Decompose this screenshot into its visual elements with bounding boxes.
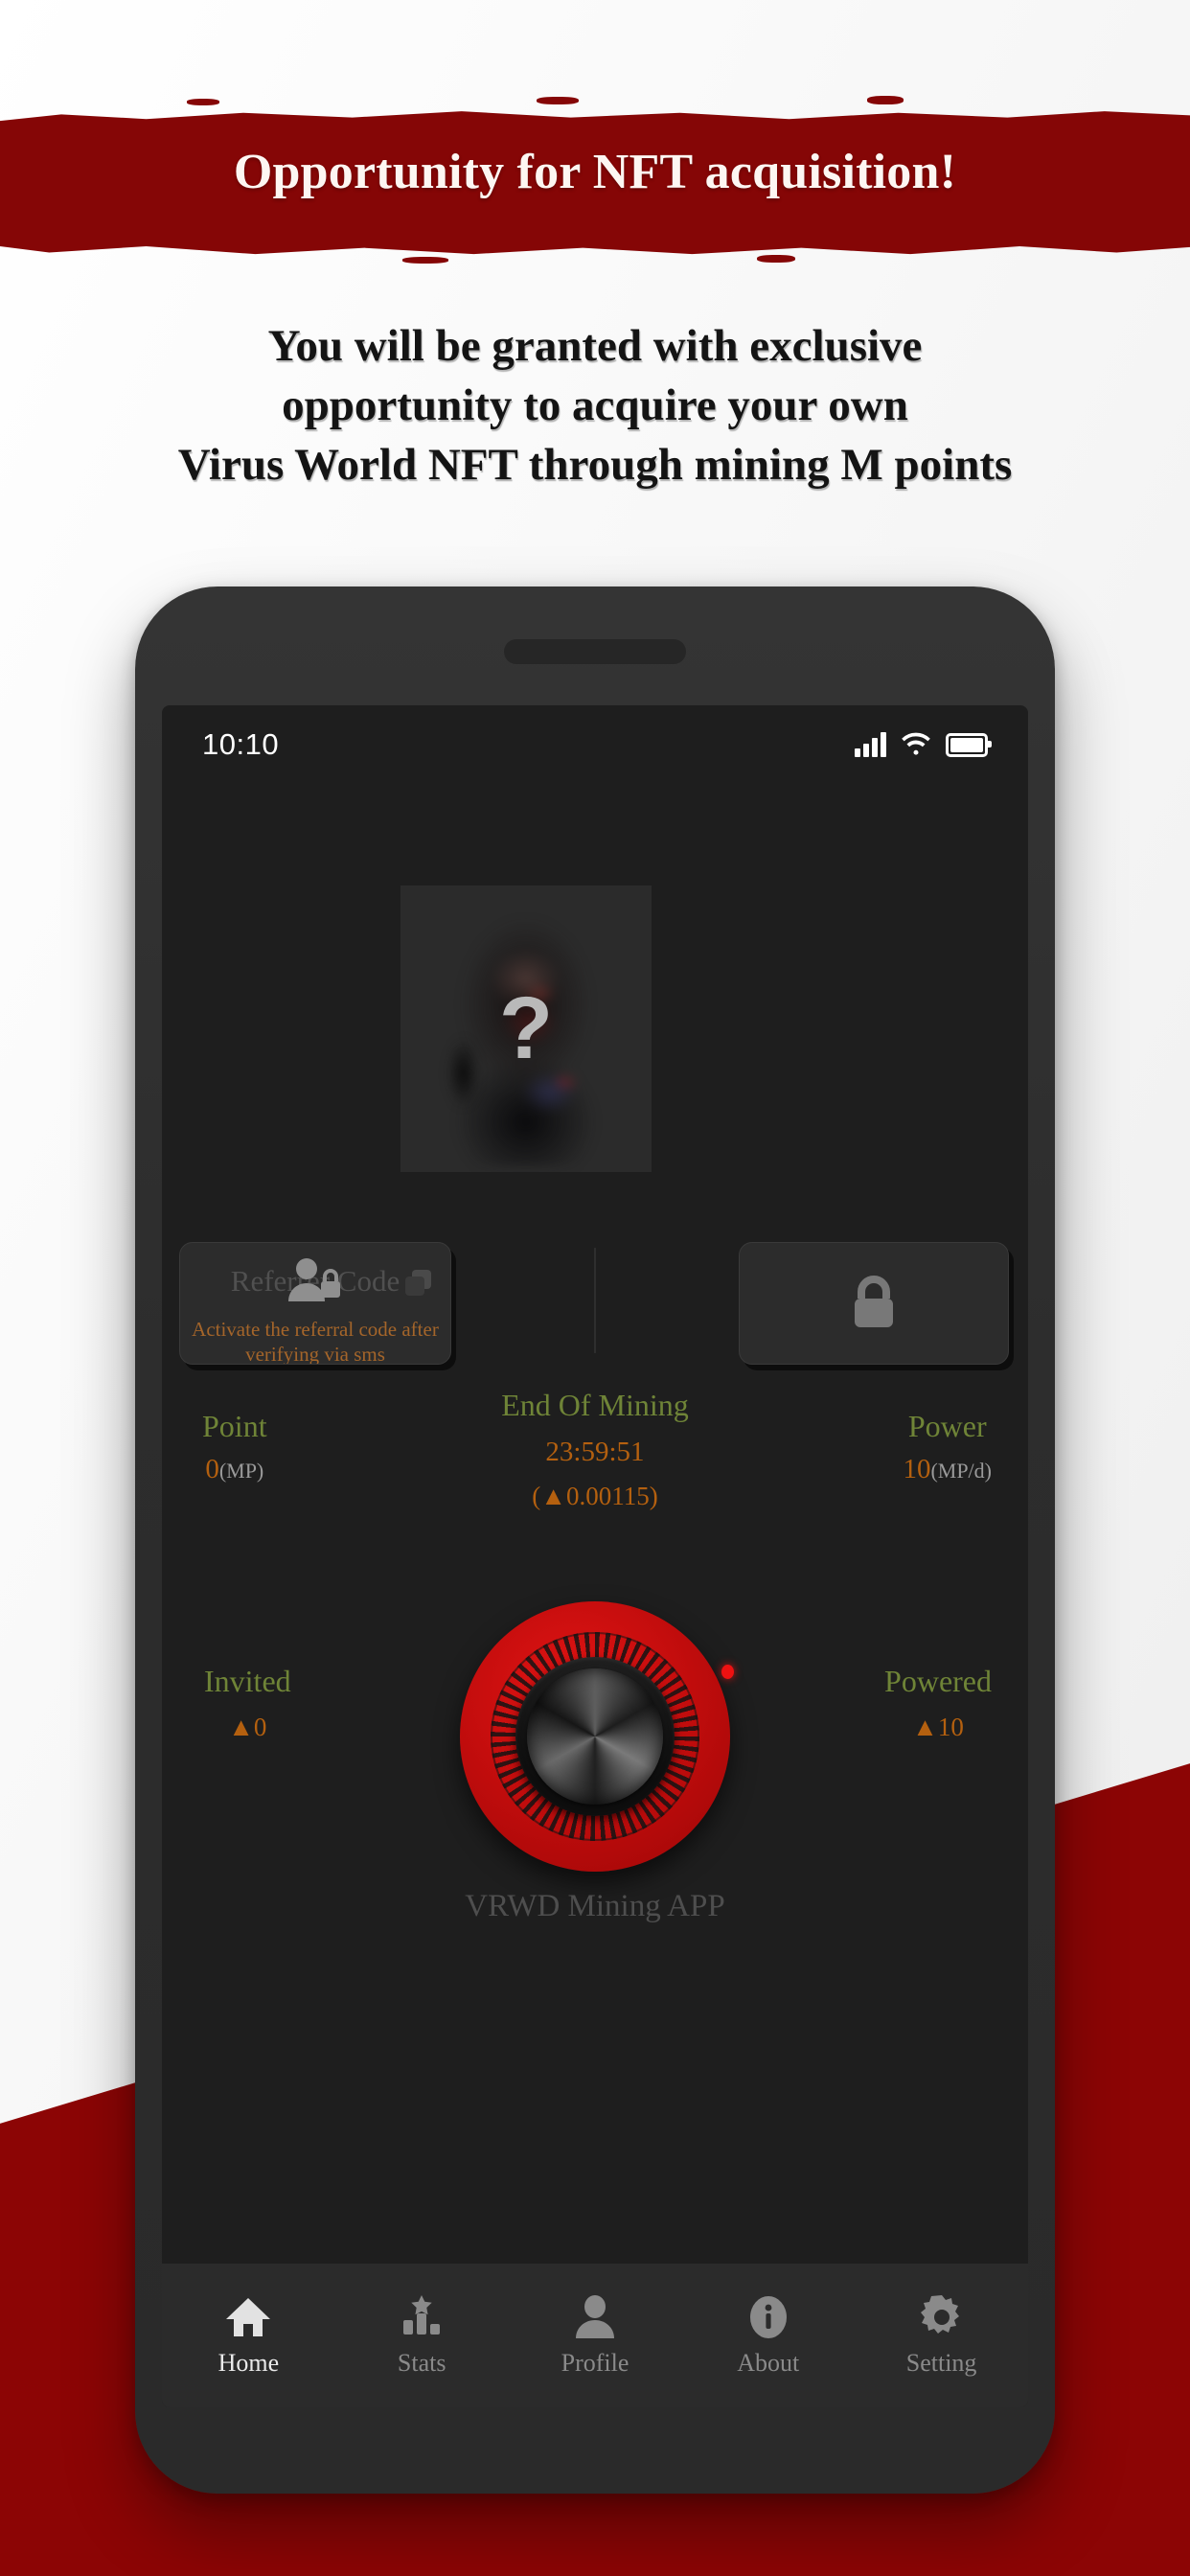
- stat-power: Power 10(MP/d): [903, 1409, 992, 1485]
- stat-invited-title: Invited: [204, 1664, 291, 1698]
- nav-label-about: About: [737, 2349, 800, 2377]
- poster-stage: Opportunity for NFT acquisition! You wil…: [0, 0, 1190, 2576]
- profile-icon: [571, 2293, 619, 2341]
- copy-icon[interactable]: [402, 1268, 435, 1300]
- promo-subtitle-line-2: opportunity to acquire your own: [282, 380, 908, 431]
- stat-point-title: Point: [202, 1409, 267, 1443]
- stat-mining-rate: (▲0.00115): [532, 1482, 658, 1510]
- nav-label-stats: Stats: [397, 2349, 446, 2377]
- status-bar: 10:10: [162, 705, 1028, 784]
- promo-subtitle-line-3: Virus World NFT through mining M points: [177, 440, 1013, 491]
- stats-row: Point 0(MP) End Of Mining 23:59:51 (▲0.0…: [162, 1388, 1028, 1551]
- stat-invited-value: ▲0: [228, 1713, 267, 1741]
- nav-item-setting[interactable]: Setting: [855, 2293, 1028, 2378]
- promo-banner-title: Opportunity for NFT acquisition!: [233, 145, 957, 199]
- nav-item-stats[interactable]: Stats: [335, 2293, 509, 2378]
- banner-speck: [537, 97, 579, 104]
- nav-label-home: Home: [217, 2349, 280, 2377]
- stat-power-title: Power: [907, 1409, 987, 1443]
- stat-powered-value: ▲10: [912, 1713, 964, 1741]
- stat-powered: Powered ▲10: [884, 1664, 992, 1742]
- stat-invited: Invited ▲0: [204, 1664, 291, 1742]
- info-icon: [744, 2293, 792, 2341]
- banner-speck: [402, 257, 448, 264]
- mining-dial-knob[interactable]: [460, 1601, 734, 1872]
- card-divider: [594, 1248, 596, 1353]
- app-footer-title: VRWD Mining APP: [465, 1889, 725, 1923]
- nav-item-profile[interactable]: Profile: [509, 2293, 682, 2378]
- stat-point-value: 0(MP): [202, 1454, 267, 1485]
- stat-power-number: 10: [903, 1454, 931, 1484]
- stat-mining-title: End Of Mining: [501, 1388, 689, 1422]
- lock-icon-wrap: [740, 1243, 1008, 1364]
- stat-power-value: 10(MP/d): [903, 1454, 992, 1485]
- stat-mining-timer: 23:59:51: [545, 1437, 645, 1467]
- stat-point: Point 0(MP): [202, 1409, 267, 1485]
- banner-speck: [757, 255, 795, 263]
- battery-full-icon: [946, 733, 992, 757]
- stat-power-unit: (MP/d): [930, 1459, 992, 1483]
- nav-item-home[interactable]: Home: [162, 2293, 335, 2378]
- nav-item-about[interactable]: About: [681, 2293, 855, 2378]
- home-icon: [224, 2293, 272, 2341]
- stat-powered-title: Powered: [884, 1664, 992, 1698]
- lock-icon: [855, 1276, 893, 1327]
- phone-mockup: 10:10 ? Referrer Code Activate the refer…: [135, 586, 1055, 2494]
- user-lock-icon: [288, 1258, 340, 1301]
- wifi-icon: [902, 732, 930, 755]
- bottom-nav: Home Stats Profile About Setting: [162, 2264, 1028, 2407]
- cellular-signal-icon: [855, 732, 886, 757]
- question-mark-icon: ?: [498, 979, 554, 1077]
- gear-icon: [918, 2293, 966, 2341]
- status-bar-time: 10:10: [202, 727, 280, 761]
- stat-point-number: 0: [205, 1454, 219, 1484]
- stat-point-unit: (MP): [218, 1459, 264, 1483]
- card-row: Referrer Code Activate the referral code…: [162, 1242, 1028, 1367]
- referrer-code-hint: Activate the referral code after verifyi…: [192, 1318, 439, 1365]
- phone-screen: 10:10 ? Referrer Code Activate the refer…: [162, 705, 1028, 2407]
- locked-feature-card[interactable]: [739, 1242, 1009, 1365]
- banner-speck: [867, 96, 904, 104]
- status-led-indicator: [721, 1665, 734, 1679]
- promo-subtitle: You will be granted with exclusive oppor…: [0, 316, 1190, 494]
- knob-center-button[interactable]: [527, 1668, 663, 1805]
- nav-label-setting: Setting: [905, 2349, 977, 2377]
- referrer-code-card[interactable]: Referrer Code Activate the referral code…: [179, 1242, 451, 1365]
- phone-earpiece: [504, 639, 686, 664]
- promo-subtitle-line-1: You will be granted with exclusive: [267, 321, 923, 371]
- mystery-nft-artwork[interactable]: ?: [400, 886, 652, 1172]
- status-bar-icons: [855, 732, 992, 757]
- banner-speck: [187, 99, 219, 105]
- stat-end-of-mining: End Of Mining 23:59:51 (▲0.00115): [501, 1388, 689, 1511]
- stats-icon: [398, 2293, 446, 2341]
- nav-label-profile: Profile: [561, 2349, 629, 2377]
